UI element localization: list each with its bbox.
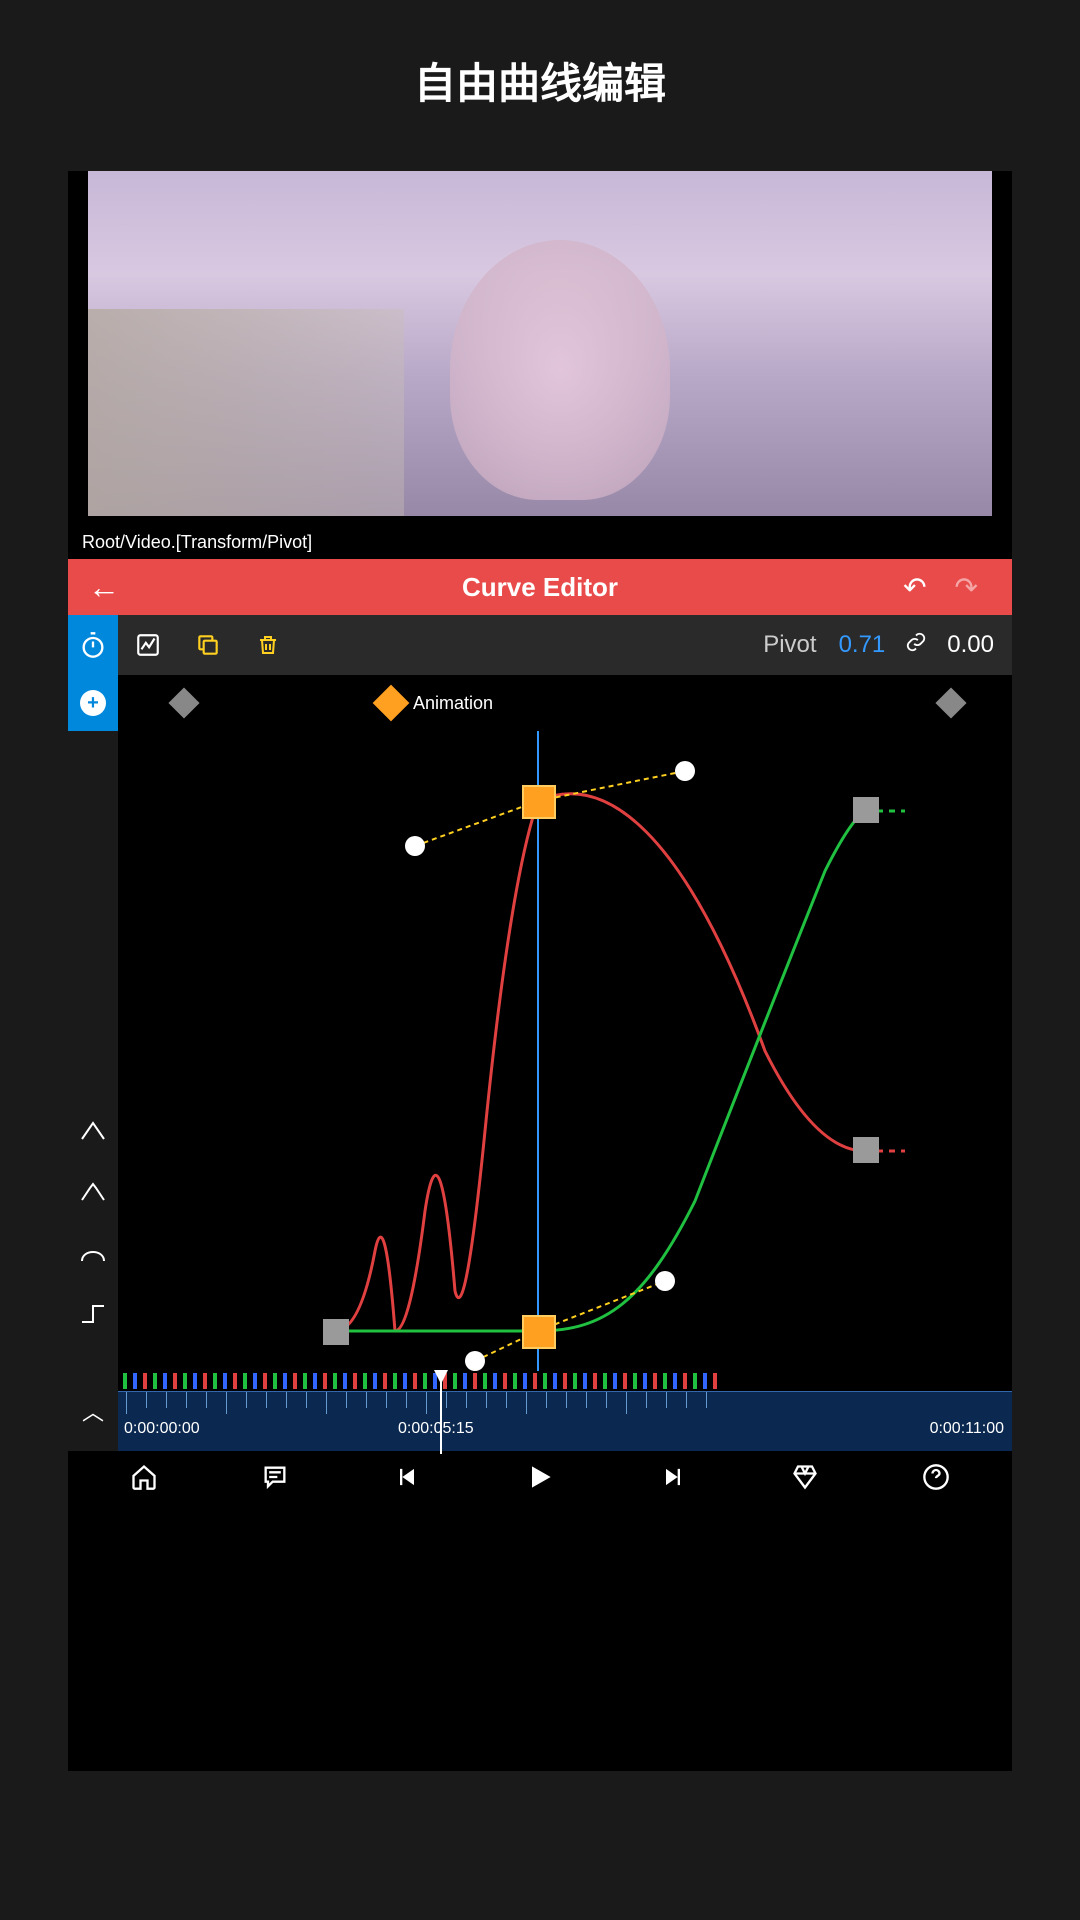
stopwatch-button[interactable] <box>68 615 118 675</box>
value-primary[interactable]: 0.71 <box>829 631 896 659</box>
curve-graph[interactable] <box>118 731 1012 1371</box>
delete-icon[interactable] <box>238 615 298 675</box>
linear-in-icon[interactable] <box>80 1117 106 1148</box>
keyframe-handle-active[interactable] <box>523 1316 555 1348</box>
keyframe-handle[interactable] <box>853 1137 879 1163</box>
value-secondary[interactable]: 0.00 <box>937 631 1012 659</box>
link-icon[interactable] <box>895 631 937 659</box>
graph-icon[interactable] <box>118 615 178 675</box>
diamond-icon[interactable] <box>791 1463 819 1499</box>
bottom-bar <box>68 1451 1012 1511</box>
video-preview[interactable] <box>88 171 992 516</box>
editor-header: ← Curve Editor ↶ ↷ <box>68 559 1012 615</box>
timecode-end: 0:00:11:00 <box>930 1420 1004 1438</box>
ease-arc-icon[interactable] <box>80 1239 106 1270</box>
undo-icon[interactable]: ↶ <box>889 571 940 604</box>
play-icon[interactable] <box>524 1461 556 1501</box>
keyframe-marker[interactable] <box>935 687 966 718</box>
add-keyframe-button[interactable]: + <box>68 675 118 731</box>
curve-tools-sidebar <box>68 731 118 1371</box>
step-back-icon[interactable] <box>393 1463 421 1499</box>
bezier-handle[interactable] <box>405 836 425 856</box>
curve-svg[interactable] <box>118 731 1012 1371</box>
playhead-indicator[interactable] <box>440 1380 442 1454</box>
bezier-handle[interactable] <box>655 1271 675 1291</box>
timeline: ︿ document.write(Array.from({length:60},… <box>68 1371 1012 1451</box>
app-frame: Root/Video.[Transform/Pivot] ← Curve Edi… <box>68 171 1012 1771</box>
property-label: Pivot <box>751 631 828 659</box>
keyframe-marker[interactable] <box>168 687 199 718</box>
comment-icon[interactable] <box>261 1463 289 1499</box>
keyframe-handle-active[interactable] <box>523 786 555 818</box>
step-forward-icon[interactable] <box>659 1463 687 1499</box>
bezier-handle[interactable] <box>675 761 695 781</box>
keyframe-marker-active[interactable] <box>373 685 410 722</box>
home-icon[interactable] <box>130 1463 158 1499</box>
help-icon[interactable] <box>922 1463 950 1499</box>
bezier-handle[interactable] <box>465 1351 485 1371</box>
keyframe-row: + Animation <box>68 675 1012 731</box>
marker-strip[interactable]: document.write(Array.from({length:60},(_… <box>118 1371 1012 1391</box>
graph-area <box>68 731 1012 1371</box>
keyframe-handle[interactable] <box>323 1319 349 1345</box>
back-arrow-icon[interactable]: ← <box>88 569 120 606</box>
collapse-chevron-icon[interactable]: ︿ <box>68 1371 118 1451</box>
ease-peak-icon[interactable] <box>80 1178 106 1209</box>
curve-red[interactable] <box>335 794 865 1331</box>
animation-label: Animation <box>413 693 493 714</box>
timecode-mid: 0:00:05:15 <box>398 1420 474 1438</box>
page-title: 自由曲线编辑 <box>0 0 1080 141</box>
redo-icon[interactable]: ↷ <box>941 571 992 604</box>
step-icon[interactable] <box>80 1300 106 1331</box>
toolbar: Pivot 0.71 0.00 <box>68 615 1012 675</box>
keyframe-handle[interactable] <box>853 797 879 823</box>
timecode-start: 0:00:00:00 <box>124 1420 200 1438</box>
curve-green[interactable] <box>335 811 865 1331</box>
time-ruler[interactable]: document.write(Array.from({length:30},(_… <box>118 1391 1012 1451</box>
breadcrumb: Root/Video.[Transform/Pivot] <box>68 526 1012 559</box>
header-title: Curve Editor <box>462 572 618 603</box>
copy-icon[interactable] <box>178 615 238 675</box>
